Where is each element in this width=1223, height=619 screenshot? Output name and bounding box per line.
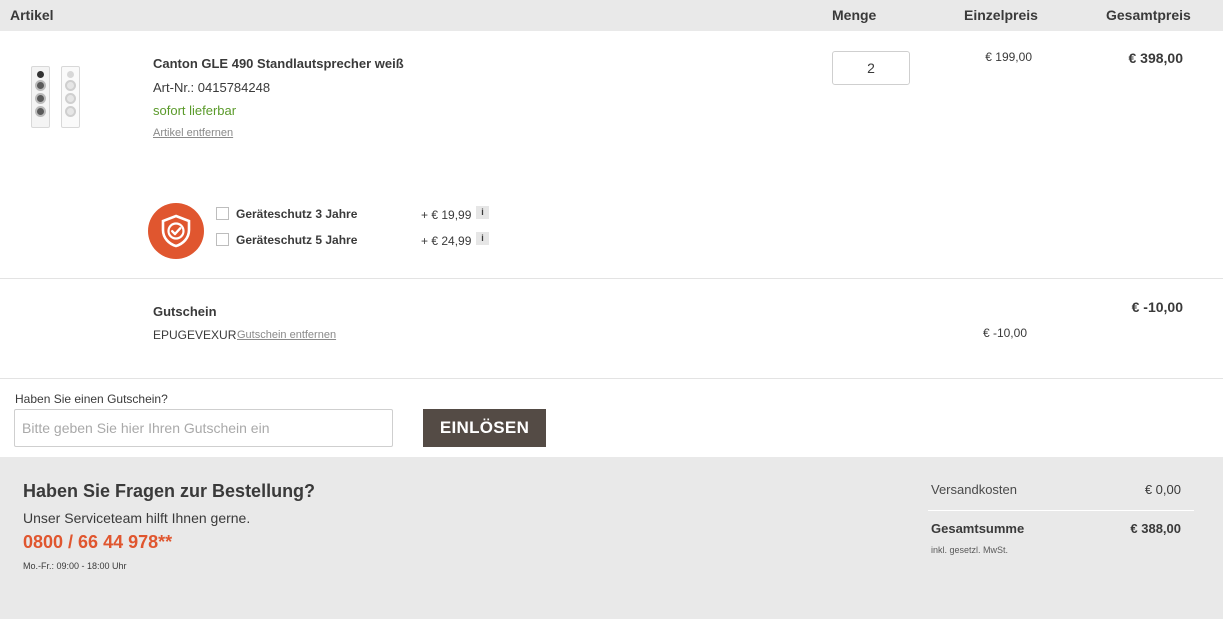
row-divider — [0, 378, 1223, 379]
total-sum-value: € 388,00 — [1130, 521, 1181, 536]
remove-item-link[interactable]: Artikel entfernen — [153, 127, 233, 139]
voucher-code: EPUGEVEXUR — [153, 328, 237, 342]
summary-divider — [928, 510, 1194, 511]
product-image[interactable] — [26, 66, 86, 132]
voucher-unit-price: € -10,00 — [982, 326, 1027, 340]
shield-check-icon — [148, 203, 204, 259]
item-total-price: € 398,00 — [1128, 50, 1184, 66]
info-icon[interactable]: i — [476, 206, 489, 219]
coupon-input[interactable] — [14, 409, 393, 447]
protection-5-years-price: + € 24,99 — [421, 234, 472, 248]
item-unit-price: € 199,00 — [985, 50, 1032, 64]
total-sum-label: Gesamtsumme — [931, 521, 1025, 536]
protection-3-years-checkbox[interactable] — [216, 207, 229, 220]
column-header-gesamtpreis: Gesamtpreis — [1106, 7, 1191, 23]
protection-5-years-checkbox[interactable] — [216, 233, 229, 246]
column-header-artikel: Artikel — [10, 7, 54, 23]
speaker-right-icon — [61, 66, 80, 128]
product-article-number: Art-Nr.: 0415784248 — [153, 80, 271, 95]
info-icon[interactable]: i — [476, 232, 489, 245]
redeem-coupon-button[interactable]: EINLÖSEN — [423, 409, 546, 447]
protection-3-years-price: + € 19,99 — [421, 208, 472, 222]
product-name[interactable]: Canton GLE 490 Standlautsprecher weiß — [153, 56, 404, 71]
vat-note: inkl. gesetzl. MwSt. — [931, 545, 1009, 555]
coupon-label: Haben Sie einen Gutschein? — [15, 392, 168, 406]
voucher-total-price: € -10,00 — [1131, 299, 1183, 315]
voucher-title: Gutschein — [153, 304, 217, 319]
remove-voucher-link[interactable]: Gutschein entfernen — [237, 329, 336, 341]
protection-5-years-label[interactable]: Geräteschutz 5 Jahre — [236, 233, 357, 247]
cart-table-header: Artikel Menge Einzelpreis Gesamtpreis — [0, 0, 1223, 31]
availability-status: sofort lieferbar — [153, 103, 237, 118]
column-header-einzelpreis: Einzelpreis — [964, 7, 1038, 23]
support-phone[interactable]: 0800 / 66 44 978** — [23, 532, 172, 553]
column-header-menge: Menge — [832, 7, 877, 23]
support-hours: Mo.-Fr.: 09:00 - 18:00 Uhr — [23, 561, 127, 571]
cart-footer: Haben Sie Fragen zur Bestellung? Unser S… — [0, 457, 1223, 619]
shipping-label: Versandkosten — [931, 482, 1018, 497]
support-heading: Haben Sie Fragen zur Bestellung? — [23, 481, 316, 501]
quantity-input[interactable] — [832, 51, 910, 85]
row-divider — [0, 278, 1223, 279]
shipping-value: € 0,00 — [1144, 482, 1181, 497]
speaker-left-icon — [31, 66, 50, 128]
protection-3-years-label[interactable]: Geräteschutz 3 Jahre — [236, 207, 357, 221]
support-subtitle: Unser Serviceteam hilft Ihnen gerne. — [23, 510, 251, 526]
